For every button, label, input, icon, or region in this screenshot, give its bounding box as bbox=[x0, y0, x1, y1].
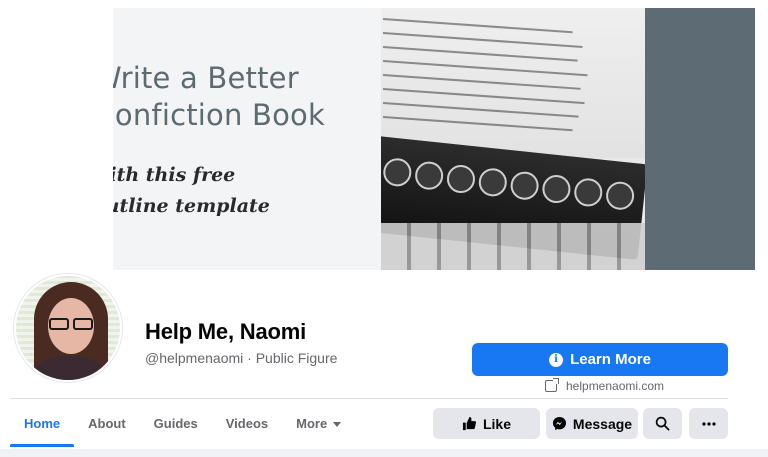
like-label: Like bbox=[482, 415, 511, 432]
like-button[interactable]: Like bbox=[433, 408, 540, 439]
tab-about[interactable]: About bbox=[74, 399, 140, 447]
message-label: Message bbox=[572, 415, 633, 432]
cover-headline-line2: Nonfiction Book bbox=[113, 98, 325, 132]
cover-sub-line2: outline template bbox=[113, 195, 270, 217]
more-dots-icon bbox=[701, 421, 716, 426]
cover-headline-line1: Write a Better bbox=[113, 61, 299, 95]
tab-about-label: About bbox=[88, 415, 126, 431]
website-link[interactable]: helpmenaomi.com bbox=[545, 378, 665, 393]
caret-down-icon bbox=[333, 421, 342, 427]
keyboard-image bbox=[381, 223, 645, 270]
search-button[interactable] bbox=[643, 408, 682, 439]
cover-photo[interactable]: Write a Better Nonfiction Book with this… bbox=[113, 8, 755, 270]
tab-videos-label: Videos bbox=[225, 415, 269, 431]
more-options-button[interactable] bbox=[689, 408, 728, 439]
cover-text-panel: Write a Better Nonfiction Book with this… bbox=[113, 8, 381, 270]
tab-guides-label: Guides bbox=[153, 415, 198, 431]
page-tabs: Home About Guides Videos More bbox=[10, 399, 355, 447]
website-label: helpmenaomi.com bbox=[566, 379, 665, 393]
cover-side-panel bbox=[645, 8, 755, 270]
cover-laptop-image bbox=[381, 8, 645, 270]
page-handle: @helpmenaomi · Public Figure bbox=[145, 350, 338, 366]
ebook-page-image bbox=[381, 8, 645, 158]
tab-home-label: Home bbox=[24, 415, 61, 431]
cover-subheadline: with this free outline template bbox=[113, 160, 353, 222]
cover-sub-line1: with this free bbox=[113, 164, 236, 186]
tab-videos[interactable]: Videos bbox=[212, 399, 282, 447]
tab-more[interactable]: More bbox=[282, 399, 355, 447]
tab-guides[interactable]: Guides bbox=[140, 399, 212, 447]
messenger-icon bbox=[552, 416, 566, 431]
search-icon bbox=[655, 416, 670, 431]
learn-more-button[interactable]: i Learn More bbox=[472, 343, 728, 376]
learn-more-label: Learn More bbox=[570, 351, 651, 368]
cover-headline: Write a Better Nonfiction Book bbox=[113, 60, 393, 134]
tab-more-label: More bbox=[296, 415, 328, 431]
tab-home[interactable]: Home bbox=[10, 399, 75, 447]
page-title[interactable]: Help Me, Naomi bbox=[145, 319, 306, 345]
thumbs-up-icon bbox=[462, 416, 476, 431]
message-button[interactable]: Message bbox=[546, 408, 638, 439]
external-link-icon bbox=[545, 378, 559, 392]
feed-background bbox=[0, 449, 768, 457]
profile-page: Write a Better Nonfiction Book with this… bbox=[0, 0, 768, 457]
avatar[interactable] bbox=[14, 274, 122, 382]
info-icon: i bbox=[549, 352, 564, 367]
